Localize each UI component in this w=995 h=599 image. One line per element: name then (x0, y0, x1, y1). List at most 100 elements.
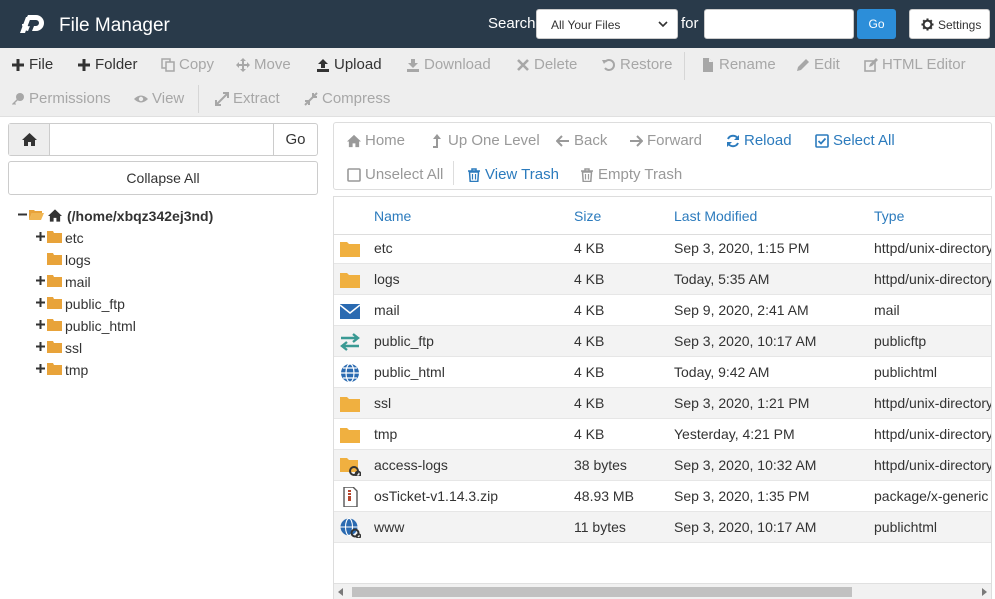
expand-icon (215, 92, 229, 106)
folder-icon (47, 275, 62, 287)
compress-button[interactable]: Compress (304, 89, 390, 109)
back-button[interactable]: Back (556, 131, 607, 151)
tree-item-label: tmp (65, 362, 89, 378)
collapse-all-button[interactable]: Collapse All (8, 161, 318, 195)
column-header-last-modified[interactable]: Last Modified (674, 197, 757, 235)
view-button[interactable]: View (134, 89, 184, 109)
pencil-icon (797, 59, 809, 71)
file-modified: Sep 3, 2020, 10:32 AM (674, 457, 817, 473)
tree-item-public-ftp[interactable]: public_ftp (35, 294, 175, 314)
restore-button[interactable]: Restore (602, 55, 673, 75)
folder-icon (47, 319, 62, 331)
file-modified: Today, 9:42 AM (674, 364, 770, 380)
search-input[interactable] (704, 9, 854, 39)
scrollbar-thumb[interactable] (352, 587, 852, 597)
file-name: mail (374, 302, 400, 318)
file-name: www (374, 519, 405, 535)
extract-button[interactable]: Extract (215, 89, 280, 109)
tree-item-etc[interactable]: etc (35, 228, 155, 248)
upload-button[interactable]: Upload (316, 55, 382, 75)
path-bar: Go (8, 123, 318, 156)
copy-icon (161, 58, 175, 72)
file-name: public_html (374, 364, 445, 380)
permissions-button[interactable]: Permissions (11, 89, 111, 109)
scroll-left-icon[interactable] (338, 588, 343, 596)
html-editor-button[interactable]: HTML Editor (864, 55, 966, 75)
home-directory-button[interactable] (9, 124, 50, 155)
empty-trash-button[interactable]: Empty Trash (580, 165, 682, 185)
search-scope-select[interactable]: All Your Files (536, 9, 678, 39)
tree-root[interactable]: (/home/xbqz342ej3nd) (17, 206, 257, 226)
plus-icon (36, 342, 45, 351)
download-button[interactable]: Download (406, 55, 491, 75)
column-header-size[interactable]: Size (574, 197, 601, 235)
path-go-button[interactable]: Go (273, 124, 317, 155)
table-row[interactable]: public_html 4 KB Today, 9:42 AM publicht… (334, 357, 991, 388)
file-type: mail (874, 302, 900, 318)
envelope-icon (339, 304, 361, 319)
scroll-right-icon[interactable] (982, 588, 987, 596)
search-go-button[interactable]: Go (857, 9, 896, 39)
file-modified: Sep 3, 2020, 10:17 AM (674, 519, 817, 535)
undo-icon (602, 59, 615, 71)
rename-button[interactable]: Rename (701, 55, 776, 75)
html-editor-label: HTML Editor (882, 56, 966, 73)
file-size: 4 KB (574, 271, 605, 287)
file-name: osTicket-v1.14.3.zip (374, 488, 498, 504)
move-button[interactable]: Move (236, 55, 291, 75)
delete-button[interactable]: Delete (516, 55, 577, 75)
file-size: 38 bytes (574, 457, 627, 473)
settings-button[interactable]: Settings (909, 9, 990, 39)
tree-item-label: logs (65, 252, 91, 268)
table-row[interactable]: osTicket-v1.14.3.zip 48.93 MB Sep 3, 202… (334, 481, 991, 512)
level-up-icon (433, 134, 441, 148)
tree-item-mail[interactable]: mail (35, 272, 155, 292)
refresh-icon (727, 134, 739, 148)
table-row[interactable]: public_ftp 4 KB Sep 3, 2020, 10:17 AM pu… (334, 326, 991, 357)
arrow-right-icon (630, 135, 643, 147)
tree-item-tmp[interactable]: tmp (35, 360, 155, 380)
move-arrows-icon (236, 58, 250, 72)
table-row[interactable]: access-logs 38 bytes Sep 3, 2020, 10:32 … (334, 450, 991, 481)
table-row[interactable]: ssl 4 KB Sep 3, 2020, 1:21 PM httpd/unix… (334, 388, 991, 419)
nav-divider (453, 161, 454, 185)
file-type: package/x-generic (874, 488, 989, 504)
table-row[interactable]: mail 4 KB Sep 9, 2020, 2:41 AM mail (334, 295, 991, 326)
view-trash-button[interactable]: View Trash (467, 165, 559, 185)
table-row[interactable]: tmp 4 KB Yesterday, 4:21 PM httpd/unix-d… (334, 419, 991, 450)
path-input[interactable] (51, 124, 273, 155)
column-header-type[interactable]: Type (874, 197, 904, 235)
tree-item-label: ssl (65, 340, 83, 356)
nav-home-button[interactable]: Home (347, 131, 405, 151)
copy-button[interactable]: Copy (161, 55, 214, 75)
app-title: File Manager (59, 15, 170, 36)
edit-button[interactable]: Edit (796, 55, 840, 75)
column-header-name[interactable]: Name (374, 197, 411, 235)
tree-item-public-html[interactable]: public_html (35, 316, 175, 336)
up-one-level-button[interactable]: Up One Level (430, 131, 540, 151)
horizontal-scrollbar[interactable] (334, 583, 991, 599)
file-size: 4 KB (574, 302, 605, 318)
file-name: logs (374, 271, 400, 287)
arrow-left-icon (556, 135, 569, 147)
new-folder-button[interactable]: Folder (77, 55, 138, 75)
edit-square-icon (864, 58, 878, 72)
table-row[interactable]: etc 4 KB Sep 3, 2020, 1:15 PM httpd/unix… (334, 233, 991, 264)
table-row[interactable]: www 11 bytes Sep 3, 2020, 10:17 AM publi… (334, 512, 991, 543)
cpanel-logo-icon (20, 15, 44, 33)
upload-icon (317, 59, 329, 72)
search-label: Search (488, 15, 536, 32)
table-row[interactable]: logs 4 KB Today, 5:35 AM httpd/unix-dire… (334, 264, 991, 295)
forward-button[interactable]: Forward (629, 131, 702, 151)
folder-icon (47, 231, 62, 243)
file-modified: Sep 3, 2020, 1:15 PM (674, 240, 810, 256)
reload-button[interactable]: Reload (726, 131, 792, 151)
tree-item-ssl[interactable]: ssl (35, 338, 155, 358)
plus-icon (36, 364, 45, 373)
tree-item-logs[interactable]: logs (35, 250, 155, 270)
new-file-button[interactable]: File (11, 55, 53, 75)
select-all-button[interactable]: Select All (815, 131, 895, 151)
globe-icon (341, 363, 359, 383)
file-icon (703, 58, 713, 72)
unselect-all-button[interactable]: Unselect All (347, 165, 443, 185)
